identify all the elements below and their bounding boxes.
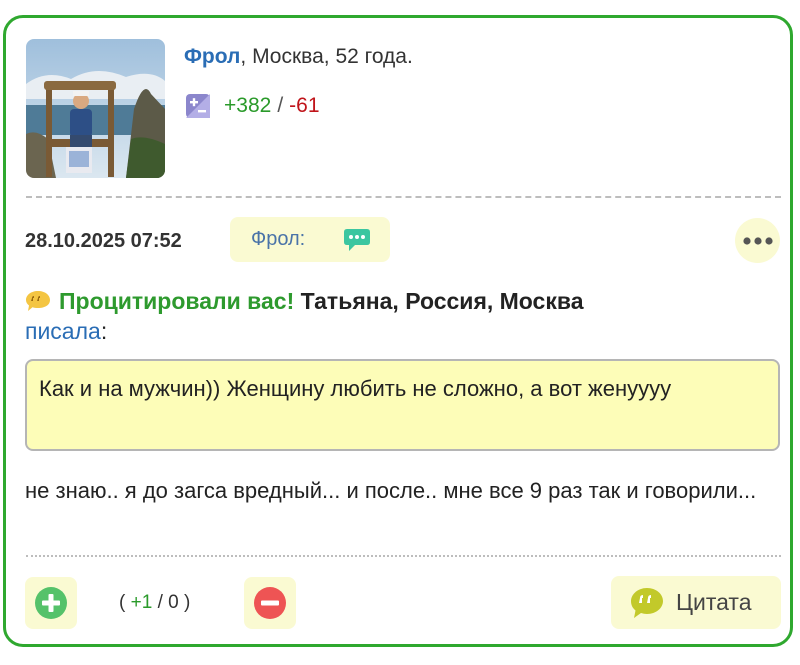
quoted-text-box: Как и на мужчин)) Женщину любить не слож… (25, 359, 780, 451)
vote-down-button[interactable] (244, 577, 296, 629)
vote-down-count: 0 (168, 592, 179, 613)
post-date: 28.10.2025 07:52 (25, 230, 182, 252)
author-line: Фрол, Москва, 52 года. (184, 45, 413, 69)
comment-card: Фрол, Москва, 52 года. +382 / -61 28.10.… (3, 15, 793, 647)
ellipsis-icon (742, 236, 773, 245)
vote-up-button[interactable] (25, 577, 77, 629)
author-rating: +382 / -61 (186, 94, 320, 118)
more-options-button[interactable] (735, 218, 780, 263)
avatar[interactable] (26, 39, 165, 178)
wrote-link[interactable]: писала (25, 318, 101, 344)
footer-divider (26, 555, 781, 557)
vote-close-paren: ) (183, 592, 191, 613)
minus-circle-icon (254, 587, 286, 619)
header-divider (26, 196, 781, 198)
quote-button-label: Цитата (676, 589, 752, 615)
quote-header: Процитировали вас! Татьяна, Россия, Моск… (25, 286, 765, 346)
quoted-user[interactable]: Татьяна, Россия, Москва (301, 288, 584, 314)
reply-button[interactable]: Фрол: (230, 217, 390, 262)
chat-bubble-icon (344, 229, 370, 251)
plus-circle-icon (35, 587, 67, 619)
rating-positive: +382 (224, 94, 272, 117)
rating-icon (186, 94, 210, 118)
reply-label: Фрол: (251, 228, 306, 250)
quote-button[interactable]: Цитата (611, 576, 781, 629)
author-details: , Москва, 52 года. (240, 45, 413, 68)
quoted-notice: Процитировали вас! (59, 288, 295, 314)
vote-open-paren: ( (119, 592, 126, 613)
wrote-colon: : (100, 318, 108, 344)
rating-negative: -61 (289, 94, 320, 117)
quote-icon (631, 587, 663, 618)
message-text: не знаю.. я до загса вредный... и после.… (25, 478, 757, 503)
vote-up-count: +1 (130, 592, 153, 613)
author-name[interactable]: Фрол (184, 45, 240, 68)
vote-count: ( +1 / 0 ) (119, 592, 190, 614)
rating-separator: / (277, 94, 284, 117)
vote-separator: / (157, 592, 163, 613)
speech-bubble-icon (26, 291, 50, 311)
